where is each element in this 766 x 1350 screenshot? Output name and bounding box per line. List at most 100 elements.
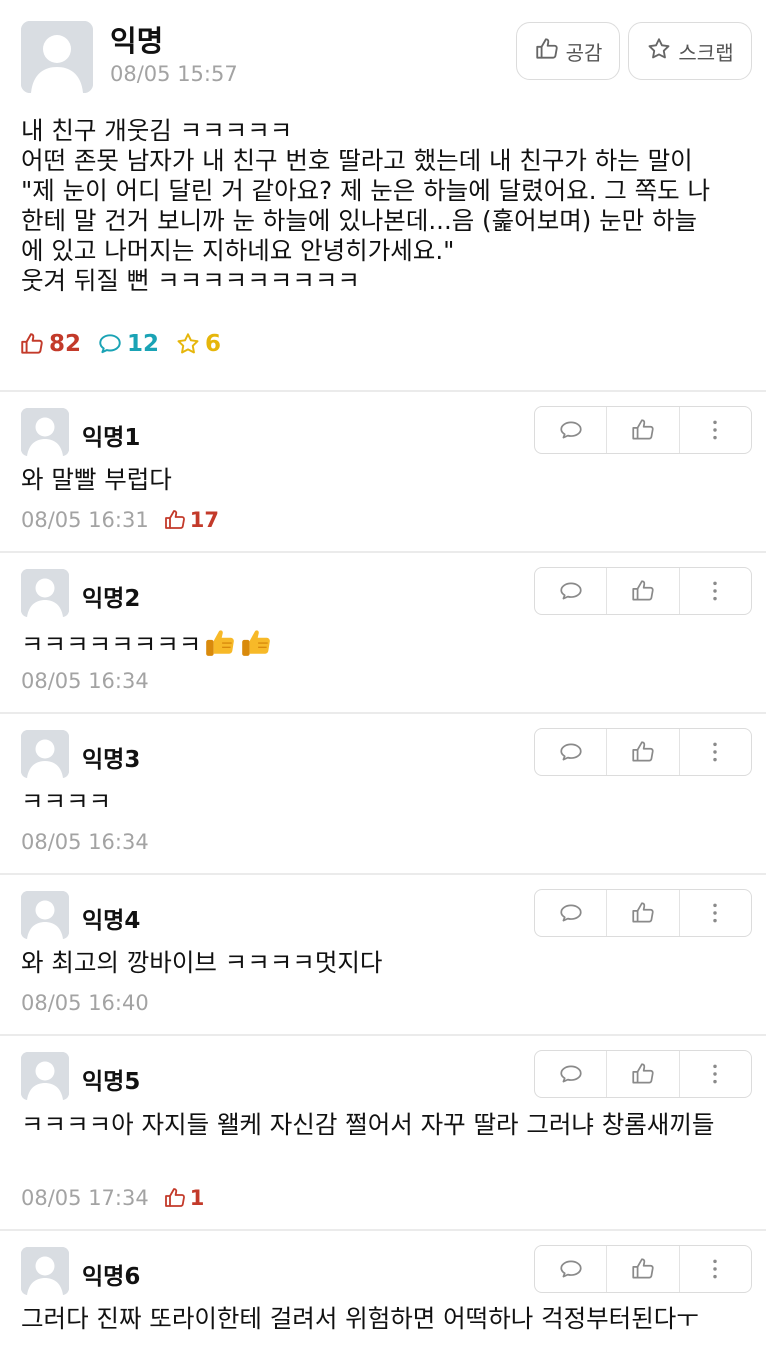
comment-meta: 08/05 16:31 17 bbox=[21, 508, 219, 532]
reply-button[interactable] bbox=[535, 1051, 606, 1097]
star-icon bbox=[646, 36, 672, 67]
comment-meta: 08/05 16:34 bbox=[21, 830, 149, 854]
comment-like-button[interactable] bbox=[606, 1051, 678, 1097]
comment-author: 익명2 bbox=[82, 586, 141, 612]
speech-bubble-icon bbox=[560, 904, 582, 922]
comment-count: 12 bbox=[97, 331, 159, 357]
comment-like-value: 1 bbox=[189, 1186, 205, 1210]
speech-bubble-icon bbox=[99, 334, 121, 354]
comment-like-button[interactable] bbox=[606, 407, 678, 453]
star-icon bbox=[177, 333, 199, 354]
thumbs-up-icon bbox=[632, 419, 654, 440]
comment: 익명1 와 말빨 부럽다 08/05 16:31 17 bbox=[0, 390, 766, 551]
comment: 익명4 와 최고의 깡바이브 ㅋㅋㅋㅋ멋지다 08/05 16:40 bbox=[0, 873, 766, 1034]
thumbs-up-icon bbox=[164, 1188, 185, 1207]
post-body-line: 내 친구 개웃김 ㅋㅋㅋㅋㅋ bbox=[21, 116, 293, 145]
comment-like-count: 1 bbox=[163, 1186, 205, 1210]
post-body: 내 친구 개웃김 ㅋㅋㅋㅋㅋ 어떤 존못 남자가 내 친구 번호 딸라고 했는데… bbox=[21, 116, 751, 296]
comment-like-button[interactable] bbox=[606, 890, 678, 936]
comment-text: ㅋㅋㅋㅋ아 자지들 왤케 자신감 쩔어서 자꾸 딸라 그러냐 창롬새끼들 bbox=[21, 1110, 715, 1139]
comment: 익명5 ㅋㅋㅋㅋ아 자지들 왤케 자신감 쩔어서 자꾸 딸라 그러냐 창롬새끼들… bbox=[0, 1034, 766, 1229]
vertical-dots-icon bbox=[713, 742, 718, 762]
author-avatar bbox=[21, 21, 93, 93]
post-author: 익명 bbox=[110, 24, 164, 58]
comment-text-row: ㅋㅋㅋㅋㅋㅋㅋㅋ bbox=[21, 625, 751, 661]
more-options-button[interactable] bbox=[678, 568, 751, 614]
post: 익명 08/05 15:57 공감 스크랩 내 친구 개웃김 ㅋㅋㅋㅋㅋ 어떤 … bbox=[0, 0, 766, 390]
comment-like-button[interactable] bbox=[606, 568, 678, 614]
avatar bbox=[21, 1052, 69, 1100]
vertical-dots-icon bbox=[713, 1064, 718, 1084]
comment-text: ㅋㅋㅋㅋㅋㅋㅋㅋ bbox=[21, 630, 202, 659]
comment-actions bbox=[534, 567, 752, 615]
thumbs-up-icon bbox=[164, 510, 185, 529]
post-stats: 82 12 6 bbox=[19, 331, 237, 357]
scrap-button[interactable]: 스크랩 bbox=[628, 22, 752, 80]
comment-like-count: 17 bbox=[163, 508, 219, 532]
avatar bbox=[21, 1247, 69, 1295]
comment-meta: 08/05 17:34 1 bbox=[21, 1186, 204, 1210]
post-body-line: "제 눈이 어디 달린 거 같아요? 제 눈은 하늘에 달렸어요. 그 쪽도 나 bbox=[21, 176, 711, 205]
comment-time: 08/05 16:34 bbox=[21, 830, 149, 854]
comment-text: 그러다 진짜 또라이한테 걸려서 위험하면 어떡하나 걱정부터된다ㅜ bbox=[21, 1304, 699, 1333]
like-count: 82 bbox=[19, 331, 81, 357]
comment-author: 익명6 bbox=[82, 1264, 141, 1290]
reply-button[interactable] bbox=[535, 568, 606, 614]
post-body-line: 한테 말 건거 보니까 눈 하늘에 있나본데...음 (훑어보며) 눈만 하늘 bbox=[21, 206, 698, 235]
reply-button[interactable] bbox=[535, 729, 606, 775]
comment-like-value: 17 bbox=[189, 508, 219, 532]
comment-text: 와 말빨 부럽다 bbox=[21, 465, 172, 494]
comment-like-button[interactable] bbox=[606, 1246, 678, 1292]
more-options-button[interactable] bbox=[678, 407, 751, 453]
comment-author: 익명5 bbox=[82, 1069, 141, 1095]
comment: 익명6 그러다 진짜 또라이한테 걸려서 위험하면 어떡하나 걱정부터된다ㅜ bbox=[0, 1229, 766, 1350]
comment-actions bbox=[534, 889, 752, 937]
speech-bubble-icon bbox=[560, 421, 582, 439]
thumbs-up-icon bbox=[632, 580, 654, 601]
comment-time: 08/05 16:34 bbox=[21, 669, 149, 693]
comment-actions bbox=[534, 1245, 752, 1293]
scrap-count: 6 bbox=[175, 331, 221, 357]
scrap-count-value: 6 bbox=[205, 331, 222, 357]
thumbs-up-icon bbox=[632, 1258, 654, 1279]
like-button-label: 공감 bbox=[565, 40, 603, 65]
post-body-line: 웃겨 뒤질 뻔 ㅋㅋㅋㅋㅋㅋㅋㅋㅋ bbox=[21, 266, 360, 295]
comment-author: 익명3 bbox=[82, 747, 141, 773]
reply-button[interactable] bbox=[535, 407, 606, 453]
avatar bbox=[21, 408, 69, 456]
avatar bbox=[21, 730, 69, 778]
thumbs-up-icon bbox=[632, 1063, 654, 1084]
comment: 익명3 ㅋㅋㅋㅋ 08/05 16:34 bbox=[0, 712, 766, 873]
vertical-dots-icon bbox=[713, 420, 718, 440]
comment-meta: 08/05 16:40 bbox=[21, 991, 149, 1015]
comment-meta: 08/05 16:34 bbox=[21, 669, 149, 693]
vertical-dots-icon bbox=[713, 581, 718, 601]
reply-button[interactable] bbox=[535, 1246, 606, 1292]
more-options-button[interactable] bbox=[678, 890, 751, 936]
comment-text: ㅋㅋㅋㅋ bbox=[21, 787, 112, 816]
comment-count-value: 12 bbox=[127, 331, 160, 357]
thumbs-up-icon bbox=[632, 902, 654, 923]
more-options-button[interactable] bbox=[678, 1246, 751, 1292]
comment-actions bbox=[534, 728, 752, 776]
speech-bubble-icon bbox=[560, 1065, 582, 1083]
post-time: 08/05 15:57 bbox=[110, 62, 238, 86]
comment-author: 익명4 bbox=[82, 908, 141, 934]
more-options-button[interactable] bbox=[678, 1051, 751, 1097]
avatar bbox=[21, 569, 69, 617]
comment-time: 08/05 17:34 bbox=[21, 1186, 149, 1210]
thumbs-up-icon bbox=[534, 36, 560, 67]
reply-button[interactable] bbox=[535, 890, 606, 936]
more-options-button[interactable] bbox=[678, 729, 751, 775]
vertical-dots-icon bbox=[713, 903, 718, 923]
comment-actions bbox=[534, 1050, 752, 1098]
post-body-line: 어떤 존못 남자가 내 친구 번호 딸라고 했는데 내 친구가 하는 말이 bbox=[21, 146, 693, 175]
comment-like-button[interactable] bbox=[606, 729, 678, 775]
speech-bubble-icon bbox=[560, 1260, 582, 1278]
comment: 익명2 ㅋㅋㅋㅋㅋㅋㅋㅋ 08/05 16:34 bbox=[0, 551, 766, 712]
comment-time: 08/05 16:40 bbox=[21, 991, 149, 1015]
comment-author: 익명1 bbox=[82, 425, 141, 451]
like-button[interactable]: 공감 bbox=[516, 22, 620, 80]
thumbs-up-emoji bbox=[206, 630, 235, 656]
vertical-dots-icon bbox=[713, 1259, 718, 1279]
